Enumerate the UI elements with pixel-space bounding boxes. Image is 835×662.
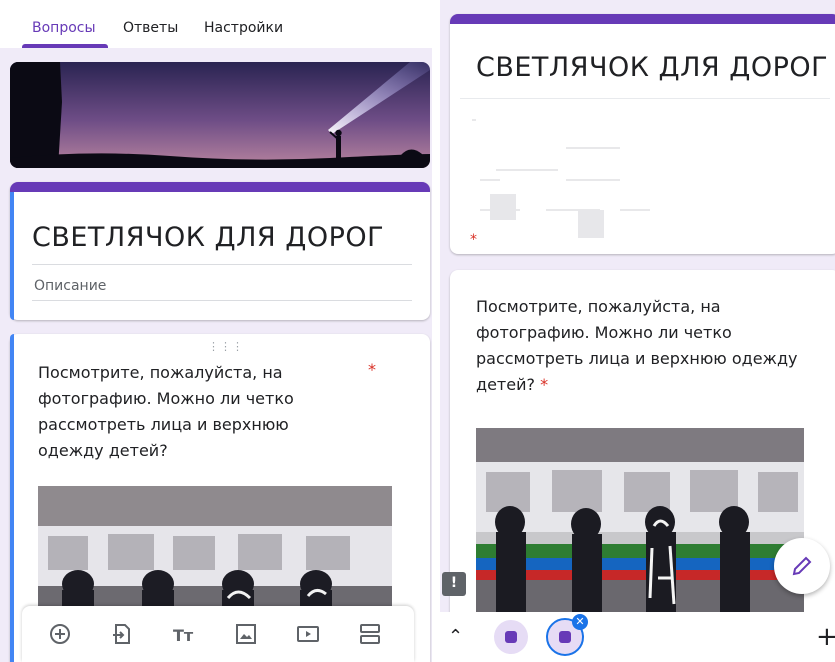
plus-icon[interactable]: +	[816, 622, 835, 652]
title-separator	[460, 98, 830, 99]
form-title: СВЕТЛЯЧОК ДЛЯ ДОРОГ	[476, 52, 829, 83]
import-questions-icon[interactable]	[110, 622, 134, 646]
faded-content-image: *	[470, 119, 650, 244]
add-section-icon[interactable]	[358, 622, 382, 646]
svg-text:Tт: Tт	[173, 626, 194, 645]
screen-divider	[432, 0, 440, 662]
svg-text:*: *	[470, 232, 477, 244]
bottom-bar: ⌃ ✕ +	[440, 612, 835, 662]
add-question-icon[interactable]	[48, 622, 72, 646]
question-text: Посмотрите, пожалуйста, на фотографию. М…	[476, 294, 806, 398]
question-photo	[476, 428, 804, 622]
pencil-icon	[792, 556, 812, 576]
tab-responses[interactable]: Ответы	[123, 20, 178, 36]
question-photo	[38, 486, 392, 626]
active-card-indicator	[10, 192, 14, 320]
add-video-icon[interactable]	[296, 622, 320, 646]
close-bubble-icon[interactable]: ✕	[572, 614, 588, 630]
left-screen: Вопросы Ответы Настройки СВЕТЛЯЧОК ДЛЯ Д…	[0, 0, 432, 662]
chevron-up-icon[interactable]: ⌃	[448, 626, 463, 647]
feedback-icon[interactable]: !	[442, 572, 466, 596]
form-title-card: СВЕТЛЯЧОК ДЛЯ ДОРОГ *	[450, 14, 835, 254]
question-card: Посмотрите, пожалуйста, на фотографию. М…	[450, 270, 835, 650]
add-title-icon[interactable]: Tт	[172, 622, 196, 646]
form-title[interactable]: СВЕТЛЯЧОК ДЛЯ ДОРОГ	[32, 222, 384, 253]
title-underline	[32, 264, 412, 265]
active-card-indicator	[10, 334, 14, 662]
question-text[interactable]: Посмотрите, пожалуйста, на фотографию. М…	[38, 360, 358, 464]
app-bubble-icon[interactable]	[494, 620, 528, 654]
bottom-toolbar: Tт	[22, 606, 414, 662]
drag-handle-icon[interactable]: ⋮⋮⋮	[208, 340, 244, 353]
right-screen: СВЕТЛЯЧОК ДЛЯ ДОРОГ * Посмотрите, пожалу…	[440, 0, 835, 662]
required-asterisk: *	[368, 360, 376, 379]
description-field[interactable]: Описание	[34, 278, 106, 294]
tab-bar: Вопросы Ответы Настройки	[0, 0, 432, 48]
edit-fab-button[interactable]	[774, 538, 830, 594]
description-underline	[32, 300, 412, 301]
active-tab-indicator	[22, 44, 108, 48]
add-image-icon[interactable]	[234, 622, 258, 646]
tab-settings[interactable]: Настройки	[204, 20, 283, 36]
tab-questions[interactable]: Вопросы	[32, 20, 96, 36]
header-banner-image	[10, 62, 430, 168]
form-title-card[interactable]: СВЕТЛЯЧОК ДЛЯ ДОРОГ Описание	[10, 182, 430, 320]
required-asterisk: *	[540, 375, 549, 394]
question-text-content: Посмотрите, пожалуйста, на фотографию. М…	[476, 297, 798, 394]
